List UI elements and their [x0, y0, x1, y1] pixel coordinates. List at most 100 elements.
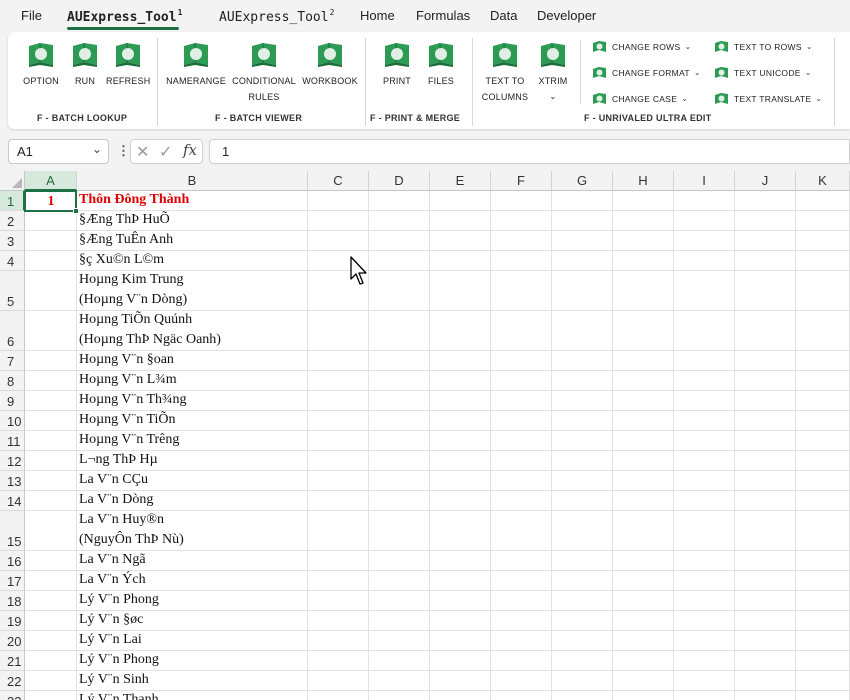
column-header-f[interactable]: F — [491, 171, 552, 191]
row-header-18[interactable]: 18 — [0, 591, 25, 611]
select-all-button[interactable] — [0, 171, 25, 191]
column-header-g[interactable]: G — [552, 171, 613, 191]
cell-b-text[interactable]: L­¬ng ThÞ Hµ — [79, 452, 158, 468]
text-to-rows-button[interactable]: TEXT TO ROWS ⌄ — [714, 40, 813, 53]
row-header-14[interactable]: 14 — [0, 491, 25, 511]
row-header-9[interactable]: 9 — [0, 391, 25, 411]
row-header-22[interactable]: 22 — [0, 671, 25, 691]
tab-formulas[interactable]: Formulas — [416, 8, 470, 23]
run-button[interactable]: RUN — [68, 40, 102, 89]
text-to-columns-button[interactable]: TEXT TO COLUMNS — [480, 40, 530, 105]
row-header-5[interactable]: 5 — [0, 271, 25, 311]
cell-b-text[interactable]: (Hoµng V¨n Dòng) — [79, 292, 187, 308]
cell-b-text[interactable]: Hoµng V¨n TiÕn — [79, 412, 176, 428]
column-header-a[interactable]: A — [25, 171, 77, 191]
cell-b-text[interactable]: (Hoµng ThÞ Ngäc Oanh) — [79, 332, 221, 348]
row-header-1[interactable]: 1 — [0, 191, 25, 211]
cell-b-text[interactable]: La V¨n Ých — [79, 572, 146, 588]
column-header-k[interactable]: K — [796, 171, 850, 191]
chevron-down-icon[interactable]: ⌄ — [92, 142, 102, 156]
row-header-11[interactable]: 11 — [0, 431, 25, 451]
row-header-4[interactable]: 4 — [0, 251, 25, 271]
enter-icon[interactable]: ✓ — [159, 142, 172, 162]
row-header-12[interactable]: 12 — [0, 451, 25, 471]
cell-b-text[interactable]: Lý V¨n Thanh — [79, 692, 159, 700]
workbook-icon — [317, 42, 343, 68]
tab-developer[interactable]: Developer — [537, 8, 596, 23]
row-header-2[interactable]: 2 — [0, 211, 25, 231]
fill-handle[interactable] — [73, 208, 79, 214]
tab-data[interactable]: Data — [490, 8, 517, 23]
cell-b-text[interactable]: Lý V¨n §øc — [79, 612, 143, 628]
namerange-button[interactable]: NAMERANGE — [166, 40, 226, 89]
xtrim-button[interactable]: XTRIM ⌄ — [534, 40, 572, 105]
conditional-rules-button[interactable]: CONDITIONAL RULES — [230, 40, 298, 105]
row-header-19[interactable]: 19 — [0, 611, 25, 631]
row-header-3[interactable]: 3 — [0, 231, 25, 251]
row-header-20[interactable]: 20 — [0, 631, 25, 651]
column-header-h[interactable]: H — [613, 171, 674, 191]
insert-function-icon[interactable]: fx — [183, 141, 197, 159]
cell-b-text[interactable]: La V¨n Dòng — [79, 492, 153, 508]
row-gridline — [25, 430, 850, 431]
cell-b-text[interactable]: Hoµng V¨n Th¾ng — [79, 392, 187, 408]
tab-auexpress-tool-1[interactable]: AUExpress_Tool1 — [67, 8, 182, 25]
row-gridline — [25, 350, 850, 351]
option-button[interactable]: OPTION — [20, 40, 62, 89]
change-format-button[interactable]: CHANGE FORMAT ⌄ — [592, 66, 701, 79]
row-header-13[interactable]: 13 — [0, 471, 25, 491]
row-header-15[interactable]: 15 — [0, 511, 25, 551]
cell-b-text[interactable]: Hoµng TiÕn Quúnh — [79, 312, 192, 328]
row-header-8[interactable]: 8 — [0, 371, 25, 391]
row-header-16[interactable]: 16 — [0, 551, 25, 571]
tab-auexpress-tool-1-sup: 1 — [177, 8, 183, 17]
cell-b-text[interactable]: Thôn Đông Thành — [79, 192, 189, 208]
cell-b-text[interactable]: §Æng TuÊn Anh — [79, 232, 173, 248]
row-header-17[interactable]: 17 — [0, 571, 25, 591]
row-header-23[interactable]: 23 — [0, 691, 25, 700]
cell-b-text[interactable]: Lý V¨n Phong — [79, 592, 159, 608]
cancel-icon[interactable]: ✕ — [136, 142, 149, 162]
row-header-21[interactable]: 21 — [0, 651, 25, 671]
tab-file[interactable]: File — [21, 8, 42, 23]
column-header-e[interactable]: E — [430, 171, 491, 191]
row-header-6[interactable]: 6 — [0, 311, 25, 351]
column-header-i[interactable]: I — [674, 171, 735, 191]
text-translate-button[interactable]: TEXT TRANSLATE ⌄ — [714, 92, 822, 105]
column-header-d[interactable]: D — [369, 171, 430, 191]
cell-b-text[interactable]: La V¨n Ngã — [79, 552, 146, 568]
column-header-j[interactable]: J — [735, 171, 796, 191]
workbook-button[interactable]: WORKBOOK — [302, 40, 358, 89]
formula-input[interactable]: 1 — [209, 139, 850, 164]
row-header-7[interactable]: 7 — [0, 351, 25, 371]
cell-b-text[interactable]: Hoµng Kim Trung — [79, 272, 184, 288]
text-unicode-button[interactable]: TEXT UNICODE ⌄ — [714, 66, 812, 79]
print-button[interactable]: PRINT — [378, 40, 416, 89]
group-label-batch-viewer: F - BATCH VIEWER — [215, 113, 303, 123]
row-gridline — [25, 450, 850, 451]
cell-b-text[interactable]: Lý V¨n Phong — [79, 652, 159, 668]
change-rows-button[interactable]: CHANGE ROWS ⌄ — [592, 40, 692, 53]
cell-b-text[interactable]: Hoµng V¨n Tr­êng — [79, 432, 179, 448]
row-header-10[interactable]: 10 — [0, 411, 25, 431]
cell-b-text[interactable]: La V¨n CÇu — [79, 472, 148, 488]
cell-b-text[interactable]: Hoµng V¨n L¾m — [79, 372, 177, 388]
cell-b-text[interactable]: Lý V¨n Sinh — [79, 672, 149, 688]
tab-auexpress-tool-2[interactable]: AUExpress_Tool2 — [219, 8, 334, 25]
name-box[interactable]: A1 ⌄ — [8, 139, 109, 164]
tab-home[interactable]: Home — [360, 8, 395, 23]
cell-b-text[interactable]: Lý V¨n Lai — [79, 632, 142, 648]
cell-b-text[interactable]: La V¨n Huy®n — [79, 512, 164, 528]
cell-b-text[interactable]: Hoµng V¨n §oan — [79, 352, 174, 368]
column-header-b[interactable]: B — [77, 171, 308, 191]
more-options-icon[interactable]: ⋮ — [117, 143, 130, 159]
cell-b-text[interactable]: (NguyÔn ThÞ Nù) — [79, 532, 184, 548]
change-case-button[interactable]: CHANGE CASE ⌄ — [592, 92, 688, 105]
refresh-button[interactable]: REFRESH — [106, 40, 150, 89]
spreadsheet-grid[interactable]: A B C D E F G H I J K 1 2 3 4 5 6 7 8 9 10 11 12 13 14 15 16 17 18 19… — [0, 171, 850, 700]
cell-b-text[interactable]: §Æng ThÞ HuÕ — [79, 212, 170, 228]
column-header-c[interactable]: C — [308, 171, 369, 191]
cell-b-text[interactable]: §ç Xu©n L©m — [79, 252, 164, 268]
row-gridline — [25, 550, 850, 551]
files-button[interactable]: FILES — [422, 40, 460, 89]
